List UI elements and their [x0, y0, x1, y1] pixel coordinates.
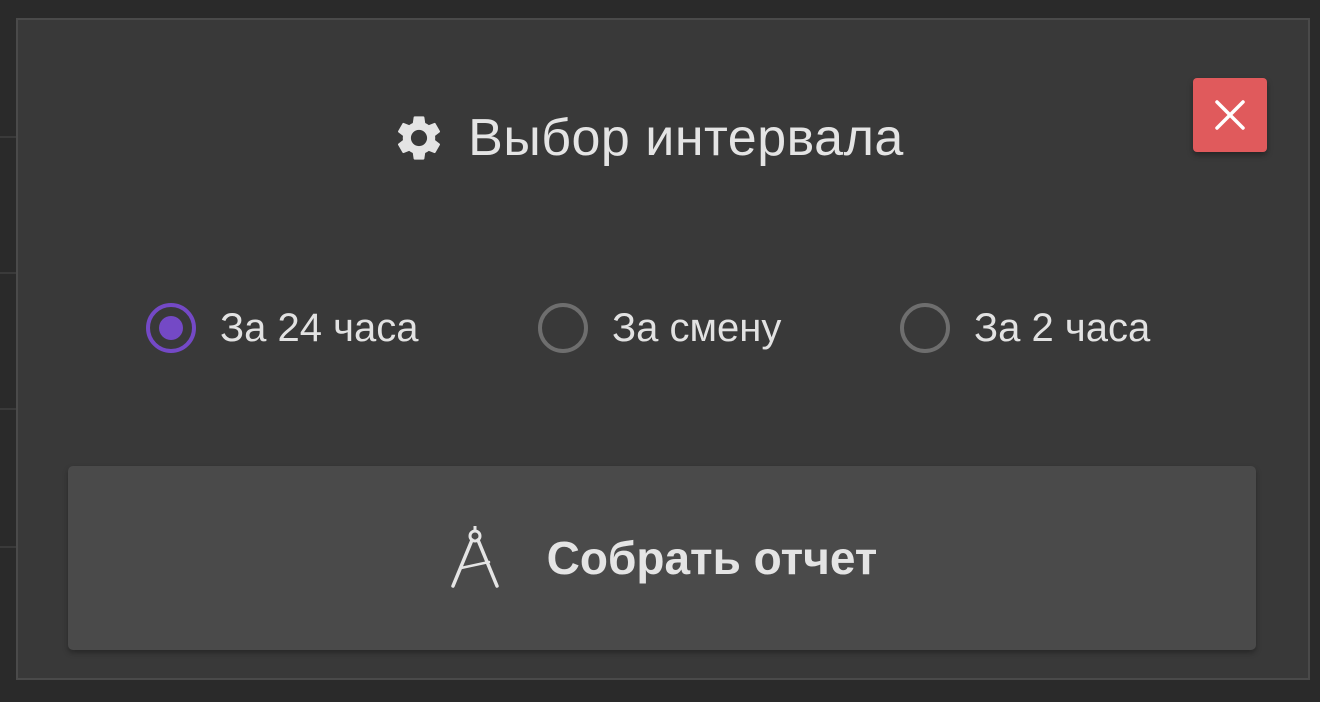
dialog-header: Выбор интервала [18, 102, 1308, 174]
radio-option-24h[interactable]: За 24 часа [146, 298, 418, 358]
interval-dialog: Выбор интервала За 24 часа За смену За 2… [16, 18, 1310, 680]
radio-button[interactable] [538, 303, 588, 353]
radio-button-checked[interactable] [146, 303, 196, 353]
compass-icon [447, 526, 503, 590]
radio-label: За 24 часа [220, 305, 419, 350]
build-report-button[interactable]: Собрать отчет [68, 466, 1256, 650]
close-button[interactable] [1193, 78, 1267, 152]
background-divider [0, 272, 16, 274]
radio-label: За 2 часа [974, 305, 1151, 350]
radio-option-2h[interactable]: За 2 часа [900, 298, 1150, 358]
background-divider [0, 136, 16, 138]
build-report-label: Собрать отчет [546, 532, 878, 584]
radio-button[interactable] [900, 303, 950, 353]
gear-icon [392, 111, 446, 165]
close-icon [1213, 98, 1247, 132]
background-divider [0, 408, 16, 410]
dialog-title: Выбор интервала [468, 109, 904, 167]
interval-radio-group: За 24 часа За смену За 2 часа [18, 298, 1308, 358]
radio-label: За смену [612, 305, 782, 350]
radio-dot [159, 316, 183, 340]
radio-option-shift[interactable]: За смену [538, 298, 781, 358]
background-divider [0, 546, 16, 548]
